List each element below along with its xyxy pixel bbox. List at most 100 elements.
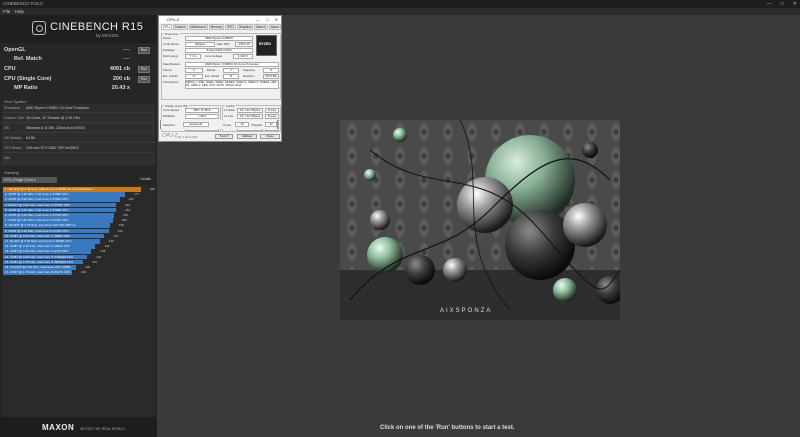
maxon-logo: MAXON — [42, 423, 75, 432]
system-row: CB Version 64 Bit — [2, 134, 155, 143]
cpuz-close-button[interactable]: Close — [260, 134, 280, 139]
test-mp-ratio-value: 20.43 x — [111, 85, 130, 91]
ranking-row[interactable]: 10. 4C/8T @ 3.60 GHz, Intel Core i7-4960… — [3, 233, 118, 239]
ranking-row-label: 13. 4C/8T @ 3.40 GHz, Intel Core i7-3770… — [5, 249, 69, 254]
ranking-row-score: 100 — [80, 270, 86, 275]
test-cpu-single-value: 200 cb — [112, 76, 130, 82]
ranking-row[interactable]: 8. 12C/24T @ 2.70 GHz, Intel Xeon CPU E5… — [3, 223, 124, 228]
ranking-row[interactable]: 11. 6C/12T @ 3.30 GHz, Intel Core i7-393… — [3, 239, 114, 244]
ranking-row-score: 155 — [118, 223, 124, 228]
maxon-slogan: 3D FOR THE REAL WORLD — [80, 427, 125, 431]
run-cpu-button[interactable]: Run — [138, 66, 150, 73]
run-opengl-button[interactable]: Run — [138, 47, 150, 54]
cpuz-minimize-icon[interactable]: — — [256, 16, 260, 23]
ranking-row-score: 169 — [128, 197, 134, 202]
ranking-row-score: 106 — [85, 265, 91, 269]
ranking-row-label: 9. 4C/8T @ 4.40 GHz, Intel Core i7-4770K… — [5, 228, 69, 233]
close-icon[interactable]: ✕ — [793, 1, 797, 7]
ranking-row-label: 6. 4C/8T @ 3.40 GHz, Intel Core i7-4770K… — [5, 213, 69, 217]
window-titlebar: CINEBENCH R15.0 — □ ✕ — [0, 0, 800, 8]
ranking-row[interactable]: 16. 12C/24T @ 2.66 GHz, Intel Xeon CPU X… — [3, 265, 90, 270]
ranking-row-label: 8. 12C/24T @ 2.70 GHz, Intel Xeon CPU E5… — [5, 223, 76, 228]
menu-file[interactable]: File — [3, 8, 10, 15]
ranking-row[interactable]: 1. 16C/32T @ 3.49 GHz, AMD Ryzen 9 3950X… — [3, 187, 155, 192]
test-opengl-label: OpenGL — [4, 47, 26, 53]
cpuz-selection-dropdown[interactable]: Socket #1 — [183, 122, 209, 127]
test-mp-ratio-label: MP Ratio — [14, 85, 38, 91]
render-brand: AIXSPONZA — [440, 308, 493, 314]
tab-caches[interactable]: Caches — [172, 24, 188, 30]
ranking-row-score: 153 — [117, 228, 123, 233]
cpuz-tools-button[interactable]: Tools ▾ — [215, 134, 233, 139]
ranking-list: 1. 16C/32T @ 3.49 GHz, AMD Ryzen 9 3950X… — [2, 185, 155, 421]
ranking-row-score: 177 — [134, 192, 140, 197]
ranking-row[interactable]: 2. 4C/8T @ 4.40 GHz, Intel Core i7-4790K… — [3, 192, 139, 197]
ranking-row[interactable]: 4. 6C/12T @ 3.60 GHz, Intel Core i7-8700… — [3, 202, 130, 208]
ranking-row[interactable]: 6. 4C/8T @ 3.40 GHz, Intel Core i7-4770K… — [3, 213, 128, 218]
cpuz-version: Ver. 1.91.0.x64 — [177, 135, 198, 139]
cpuz-core-voltage: 1.422 V — [233, 54, 253, 59]
test-cpu-single: CPU (Single Core) 200 cb Run — [4, 76, 152, 84]
cpuz-codename: Matisse — [185, 42, 215, 47]
tab-memory[interactable]: Memory — [208, 24, 225, 30]
ranking-row-label: 12. 4C/8T @ 3.40 GHz, Intel Core i7-2600… — [5, 244, 71, 249]
ranking-row-score: 140 — [108, 239, 114, 243]
ranking-row-label: 2. 4C/8T @ 4.40 GHz, Intel Core i7-4790K… — [5, 192, 69, 197]
test-cpu: CPU 4091 cb Run — [4, 66, 152, 74]
ranking-row[interactable]: 7. 4C/8T @ 3.50 GHz, Intel Core i7-3770K… — [3, 218, 127, 223]
menu-help[interactable]: Help — [15, 8, 24, 15]
ranking-row[interactable]: 15. 4C/8T @ 2.79 GHz, Intel Core i7-3840… — [3, 259, 97, 265]
minimize-icon[interactable]: — — [767, 1, 772, 7]
cinebench-logo-icon — [32, 21, 46, 35]
ranking-row-score: 128 — [100, 249, 106, 254]
ranking-row-score: 159 — [121, 218, 127, 223]
ranking-row-score: 164 — [125, 207, 131, 212]
ranking-row[interactable]: 12. 4C/8T @ 3.40 GHz, Intel Core i7-2600… — [3, 244, 109, 249]
ranking-row-score: 116 — [92, 259, 98, 264]
system-info-box: Processor AMD Ryzen 9 3950X 16-Core Proce… — [2, 104, 155, 166]
ranking-dropdown[interactable]: CPU (Single Core) ▾ — [2, 177, 57, 183]
cpuz-close-icon[interactable]: ✕ — [275, 16, 278, 23]
tab-graphics[interactable]: Graphics — [236, 24, 254, 30]
cinebench-logo: CINEBENCH R15 by MAXON — [0, 15, 157, 43]
cpuz-bottom-bar: CPU-Z Ver. 1.91.0.x64 Tools ▾ Validate C… — [161, 133, 281, 141]
test-refmatch: Ref. Match ---- — [4, 56, 152, 64]
maximize-icon[interactable]: □ — [781, 1, 784, 7]
test-refmatch-label: Ref. Match — [14, 56, 42, 62]
logo-name: CINEBENCH R15 — [50, 21, 144, 33]
ranking-row[interactable]: 13. 4C/8T @ 3.40 GHz, Intel Core i7-3770… — [3, 249, 105, 254]
test-opengl-value: ---- — [122, 47, 130, 53]
tab-spd[interactable]: SPD — [225, 24, 236, 30]
test-cpu-label: CPU — [4, 66, 16, 72]
run-cpu-single-button[interactable]: Run — [138, 76, 150, 83]
ranking-row[interactable]: 3. 4C/8T @ 4.00 GHz, Intel Core i7-6700K… — [3, 197, 134, 202]
cpuz-package: Socket AM4 (1331) — [185, 48, 253, 53]
details-button[interactable]: Details — [140, 177, 151, 181]
cpuz-titlebar: CPU-Z — □ ✕ — [159, 16, 281, 23]
ranking-row-score: 134 — [104, 244, 110, 249]
ranking-row[interactable]: 17. 2C/4T @ 1.70 GHz, Intel Core i5-3317… — [3, 270, 86, 275]
cpuz-maximize-icon[interactable]: □ — [266, 16, 268, 23]
ranking-row[interactable]: 5. 4C/8T @ 4.00 GHz, Intel Core i7-4790K… — [3, 207, 130, 213]
cpuz-tech: 7 nm — [185, 54, 201, 59]
system-row: OS Windows 8, 64 Bit, China (build 9200) — [2, 124, 155, 133]
ranking-row-label: 7. 4C/8T @ 3.50 GHz, Intel Core i7-3770K… — [5, 218, 69, 223]
tab-bench[interactable]: Bench — [254, 24, 268, 30]
tab-cpu[interactable]: CPU — [161, 24, 172, 30]
left-panel: CINEBENCH R15 by MAXON OpenGL ---- Run R… — [0, 15, 157, 437]
ranking-row-label: 15. 4C/8T @ 2.79 GHz, Intel Core i7-3840… — [5, 259, 74, 264]
ranking-row-label: 1. 16C/32T @ 3.49 GHz, AMD Ryzen 9 3950X… — [5, 187, 93, 191]
ranking-row-score: 147 — [113, 233, 119, 238]
ranking-row-label: 3. 4C/8T @ 4.00 GHz, Intel Core i7-6700K… — [5, 197, 69, 202]
ranking-row-label: 11. 6C/12T @ 3.30 GHz, Intel Core i7-393… — [5, 239, 72, 243]
tab-about[interactable]: About — [268, 24, 281, 30]
ranking-row[interactable]: 9. 4C/8T @ 4.40 GHz, Intel Core i7-4770K… — [3, 228, 123, 234]
tab-mainboard[interactable]: Mainboard — [188, 24, 208, 30]
ranking-row-label: 14. 4C/8T @ 2.60 GHz, Intel Core i7-3720… — [5, 254, 74, 259]
cpuz-validate-button[interactable]: Validate — [237, 134, 257, 139]
cpuz-cores: 16 — [235, 122, 249, 127]
cpuz-spec: AMD Ryzen 9 3950X 16-Core Processor — [185, 62, 279, 67]
ranking-row-label: 16. 12C/24T @ 2.66 GHz, Intel Xeon CPU X… — [5, 265, 71, 269]
ranking-row[interactable]: 14. 4C/8T @ 2.60 GHz, Intel Core i7-3720… — [3, 254, 101, 260]
ranking-row-score: 200 — [149, 187, 155, 191]
